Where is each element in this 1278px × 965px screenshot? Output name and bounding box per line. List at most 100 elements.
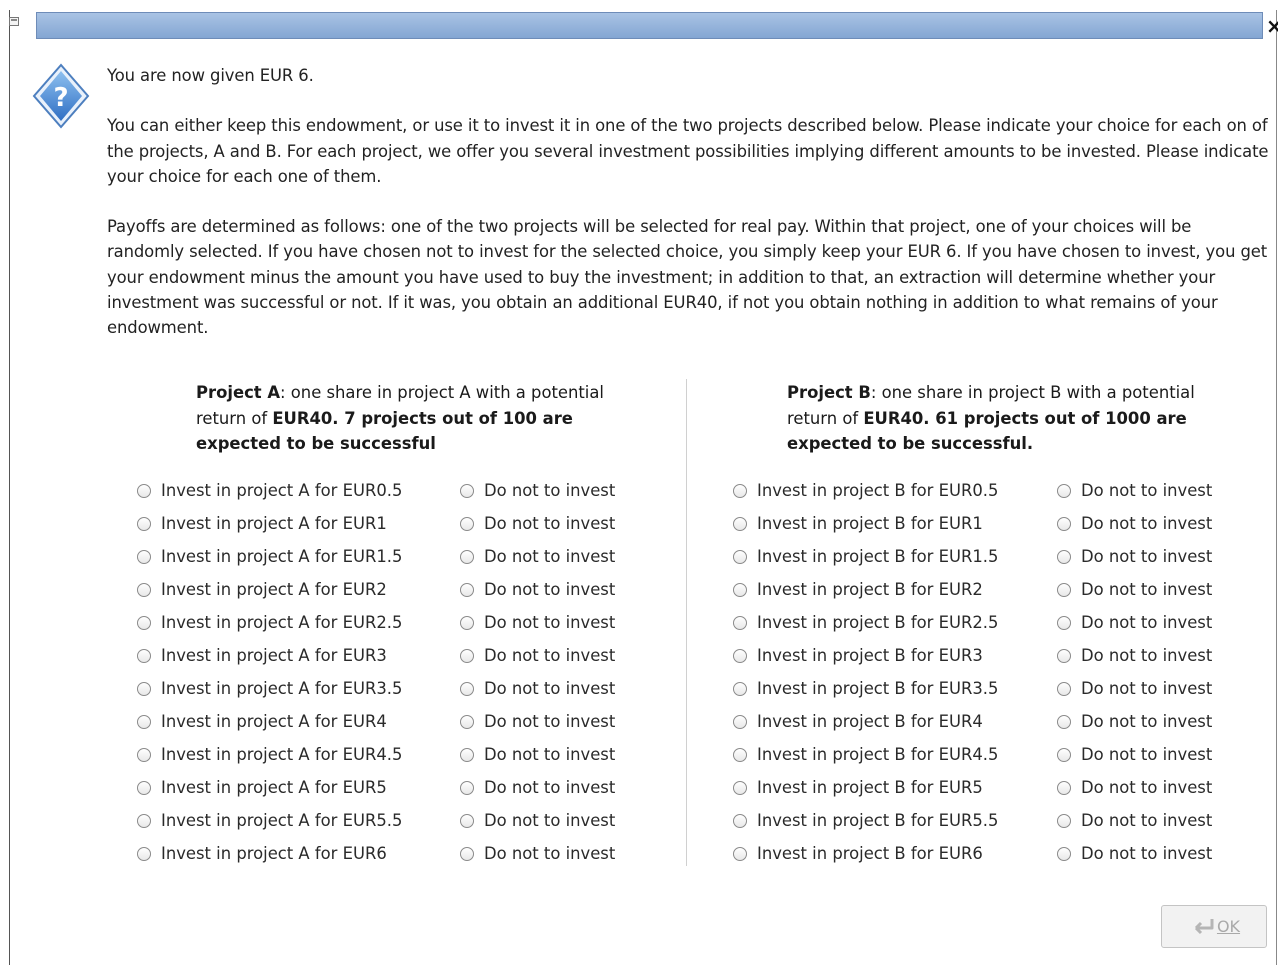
no-invest-radio[interactable] bbox=[1057, 582, 1071, 597]
project-a-no-invest-option-8[interactable]: Do not to invest bbox=[460, 738, 615, 771]
project-b-invest-option-3[interactable]: Invest in project B for EUR2 bbox=[733, 573, 998, 606]
no-invest-radio[interactable] bbox=[460, 648, 474, 663]
ok-button[interactable]: OK bbox=[1161, 905, 1267, 948]
no-invest-radio[interactable] bbox=[1057, 681, 1071, 696]
no-invest-radio[interactable] bbox=[1057, 714, 1071, 729]
project-a-invest-option-9[interactable]: Invest in project A for EUR5 bbox=[137, 771, 402, 804]
no-invest-radio[interactable] bbox=[460, 747, 474, 762]
no-invest-radio[interactable] bbox=[460, 813, 474, 828]
invest-radio[interactable] bbox=[733, 747, 747, 762]
invest-radio[interactable] bbox=[137, 681, 151, 696]
no-invest-radio[interactable] bbox=[1057, 780, 1071, 795]
project-a-invest-option-8[interactable]: Invest in project A for EUR4.5 bbox=[137, 738, 402, 771]
project-a-no-invest-option-5[interactable]: Do not to invest bbox=[460, 639, 615, 672]
project-b-no-invest-option-5[interactable]: Do not to invest bbox=[1057, 639, 1212, 672]
project-a-invest-option-6[interactable]: Invest in project A for EUR3.5 bbox=[137, 672, 402, 705]
no-invest-radio[interactable] bbox=[1057, 483, 1071, 498]
no-invest-radio[interactable] bbox=[460, 516, 474, 531]
project-b-invest-option-9[interactable]: Invest in project B for EUR5 bbox=[733, 771, 998, 804]
project-b-no-invest-option-10[interactable]: Do not to invest bbox=[1057, 804, 1212, 837]
project-a-no-invest-option-10[interactable]: Do not to invest bbox=[460, 804, 615, 837]
project-a-invest-option-1[interactable]: Invest in project A for EUR1 bbox=[137, 507, 402, 540]
invest-radio[interactable] bbox=[137, 714, 151, 729]
invest-radio[interactable] bbox=[733, 681, 747, 696]
project-b-no-invest-option-3[interactable]: Do not to invest bbox=[1057, 573, 1212, 606]
project-a-no-invest-option-3[interactable]: Do not to invest bbox=[460, 573, 615, 606]
invest-radio[interactable] bbox=[733, 615, 747, 630]
no-invest-radio[interactable] bbox=[1057, 615, 1071, 630]
project-b-invest-option-7[interactable]: Invest in project B for EUR4 bbox=[733, 705, 998, 738]
invest-radio[interactable] bbox=[137, 813, 151, 828]
project-b-invest-option-0[interactable]: Invest in project B for EUR0.5 bbox=[733, 474, 998, 507]
invest-radio[interactable] bbox=[733, 648, 747, 663]
project-a-no-invest-option-6[interactable]: Do not to invest bbox=[460, 672, 615, 705]
project-b-no-invest-option-0[interactable]: Do not to invest bbox=[1057, 474, 1212, 507]
invest-radio[interactable] bbox=[137, 747, 151, 762]
project-b-no-invest-option-2[interactable]: Do not to invest bbox=[1057, 540, 1212, 573]
project-b-no-invest-option-4[interactable]: Do not to invest bbox=[1057, 606, 1212, 639]
project-a-invest-option-10[interactable]: Invest in project A for EUR5.5 bbox=[137, 804, 402, 837]
no-invest-radio[interactable] bbox=[460, 549, 474, 564]
no-invest-radio[interactable] bbox=[460, 681, 474, 696]
project-a-no-invest-option-0[interactable]: Do not to invest bbox=[460, 474, 615, 507]
project-b-invest-option-2[interactable]: Invest in project B for EUR1.5 bbox=[733, 540, 998, 573]
project-b-invest-option-11[interactable]: Invest in project B for EUR6 bbox=[733, 837, 998, 870]
project-a-invest-option-0[interactable]: Invest in project A for EUR0.5 bbox=[137, 474, 402, 507]
project-a-invest-option-7[interactable]: Invest in project A for EUR4 bbox=[137, 705, 402, 738]
no-invest-radio[interactable] bbox=[460, 582, 474, 597]
project-b-invest-option-8[interactable]: Invest in project B for EUR4.5 bbox=[733, 738, 998, 771]
project-a-invest-option-4[interactable]: Invest in project A for EUR2.5 bbox=[137, 606, 402, 639]
project-a-invest-option-2[interactable]: Invest in project A for EUR1.5 bbox=[137, 540, 402, 573]
no-invest-radio[interactable] bbox=[1057, 846, 1071, 861]
project-a-invest-option-11[interactable]: Invest in project A for EUR6 bbox=[137, 837, 402, 870]
window-titlebar[interactable] bbox=[36, 12, 1263, 39]
no-invest-radio[interactable] bbox=[1057, 813, 1071, 828]
no-invest-radio[interactable] bbox=[460, 714, 474, 729]
project-a-invest-option-5[interactable]: Invest in project A for EUR3 bbox=[137, 639, 402, 672]
invest-radio[interactable] bbox=[137, 516, 151, 531]
no-invest-radio[interactable] bbox=[460, 483, 474, 498]
invest-radio[interactable] bbox=[733, 846, 747, 861]
project-b-invest-option-4[interactable]: Invest in project B for EUR2.5 bbox=[733, 606, 998, 639]
project-b-no-invest-option-1[interactable]: Do not to invest bbox=[1057, 507, 1212, 540]
no-invest-radio[interactable] bbox=[1057, 516, 1071, 531]
project-b-invest-option-6[interactable]: Invest in project B for EUR3.5 bbox=[733, 672, 998, 705]
no-invest-radio[interactable] bbox=[1057, 747, 1071, 762]
window-menu-button[interactable] bbox=[9, 17, 19, 26]
invest-radio[interactable] bbox=[137, 780, 151, 795]
invest-radio[interactable] bbox=[733, 714, 747, 729]
project-b-no-invest-option-6[interactable]: Do not to invest bbox=[1057, 672, 1212, 705]
project-a-no-invest-option-9[interactable]: Do not to invest bbox=[460, 771, 615, 804]
invest-radio[interactable] bbox=[137, 582, 151, 597]
project-b-invest-option-1[interactable]: Invest in project B for EUR1 bbox=[733, 507, 998, 540]
project-a-invest-option-3[interactable]: Invest in project A for EUR2 bbox=[137, 573, 402, 606]
project-b-no-invest-option-11[interactable]: Do not to invest bbox=[1057, 837, 1212, 870]
invest-radio[interactable] bbox=[733, 549, 747, 564]
close-icon[interactable]: × bbox=[1266, 14, 1278, 38]
project-b-invest-option-10[interactable]: Invest in project B for EUR5.5 bbox=[733, 804, 998, 837]
project-b-invest-option-5[interactable]: Invest in project B for EUR3 bbox=[733, 639, 998, 672]
invest-radio[interactable] bbox=[733, 813, 747, 828]
invest-radio[interactable] bbox=[733, 780, 747, 795]
no-invest-radio[interactable] bbox=[460, 615, 474, 630]
project-a-no-invest-option-1[interactable]: Do not to invest bbox=[460, 507, 615, 540]
project-a-no-invest-option-4[interactable]: Do not to invest bbox=[460, 606, 615, 639]
no-invest-radio[interactable] bbox=[460, 780, 474, 795]
no-invest-radio[interactable] bbox=[1057, 549, 1071, 564]
project-a-no-invest-option-7[interactable]: Do not to invest bbox=[460, 705, 615, 738]
invest-radio[interactable] bbox=[137, 846, 151, 861]
project-a-no-invest-option-2[interactable]: Do not to invest bbox=[460, 540, 615, 573]
project-b-no-invest-option-8[interactable]: Do not to invest bbox=[1057, 738, 1212, 771]
invest-radio[interactable] bbox=[733, 516, 747, 531]
invest-radio[interactable] bbox=[137, 615, 151, 630]
invest-radio[interactable] bbox=[137, 483, 151, 498]
invest-radio[interactable] bbox=[137, 549, 151, 564]
project-b-no-invest-option-7[interactable]: Do not to invest bbox=[1057, 705, 1212, 738]
invest-radio[interactable] bbox=[137, 648, 151, 663]
project-b-no-invest-option-9[interactable]: Do not to invest bbox=[1057, 771, 1212, 804]
invest-radio[interactable] bbox=[733, 582, 747, 597]
no-invest-radio[interactable] bbox=[1057, 648, 1071, 663]
project-a-no-invest-option-11[interactable]: Do not to invest bbox=[460, 837, 615, 870]
no-invest-radio[interactable] bbox=[460, 846, 474, 861]
invest-radio[interactable] bbox=[733, 483, 747, 498]
